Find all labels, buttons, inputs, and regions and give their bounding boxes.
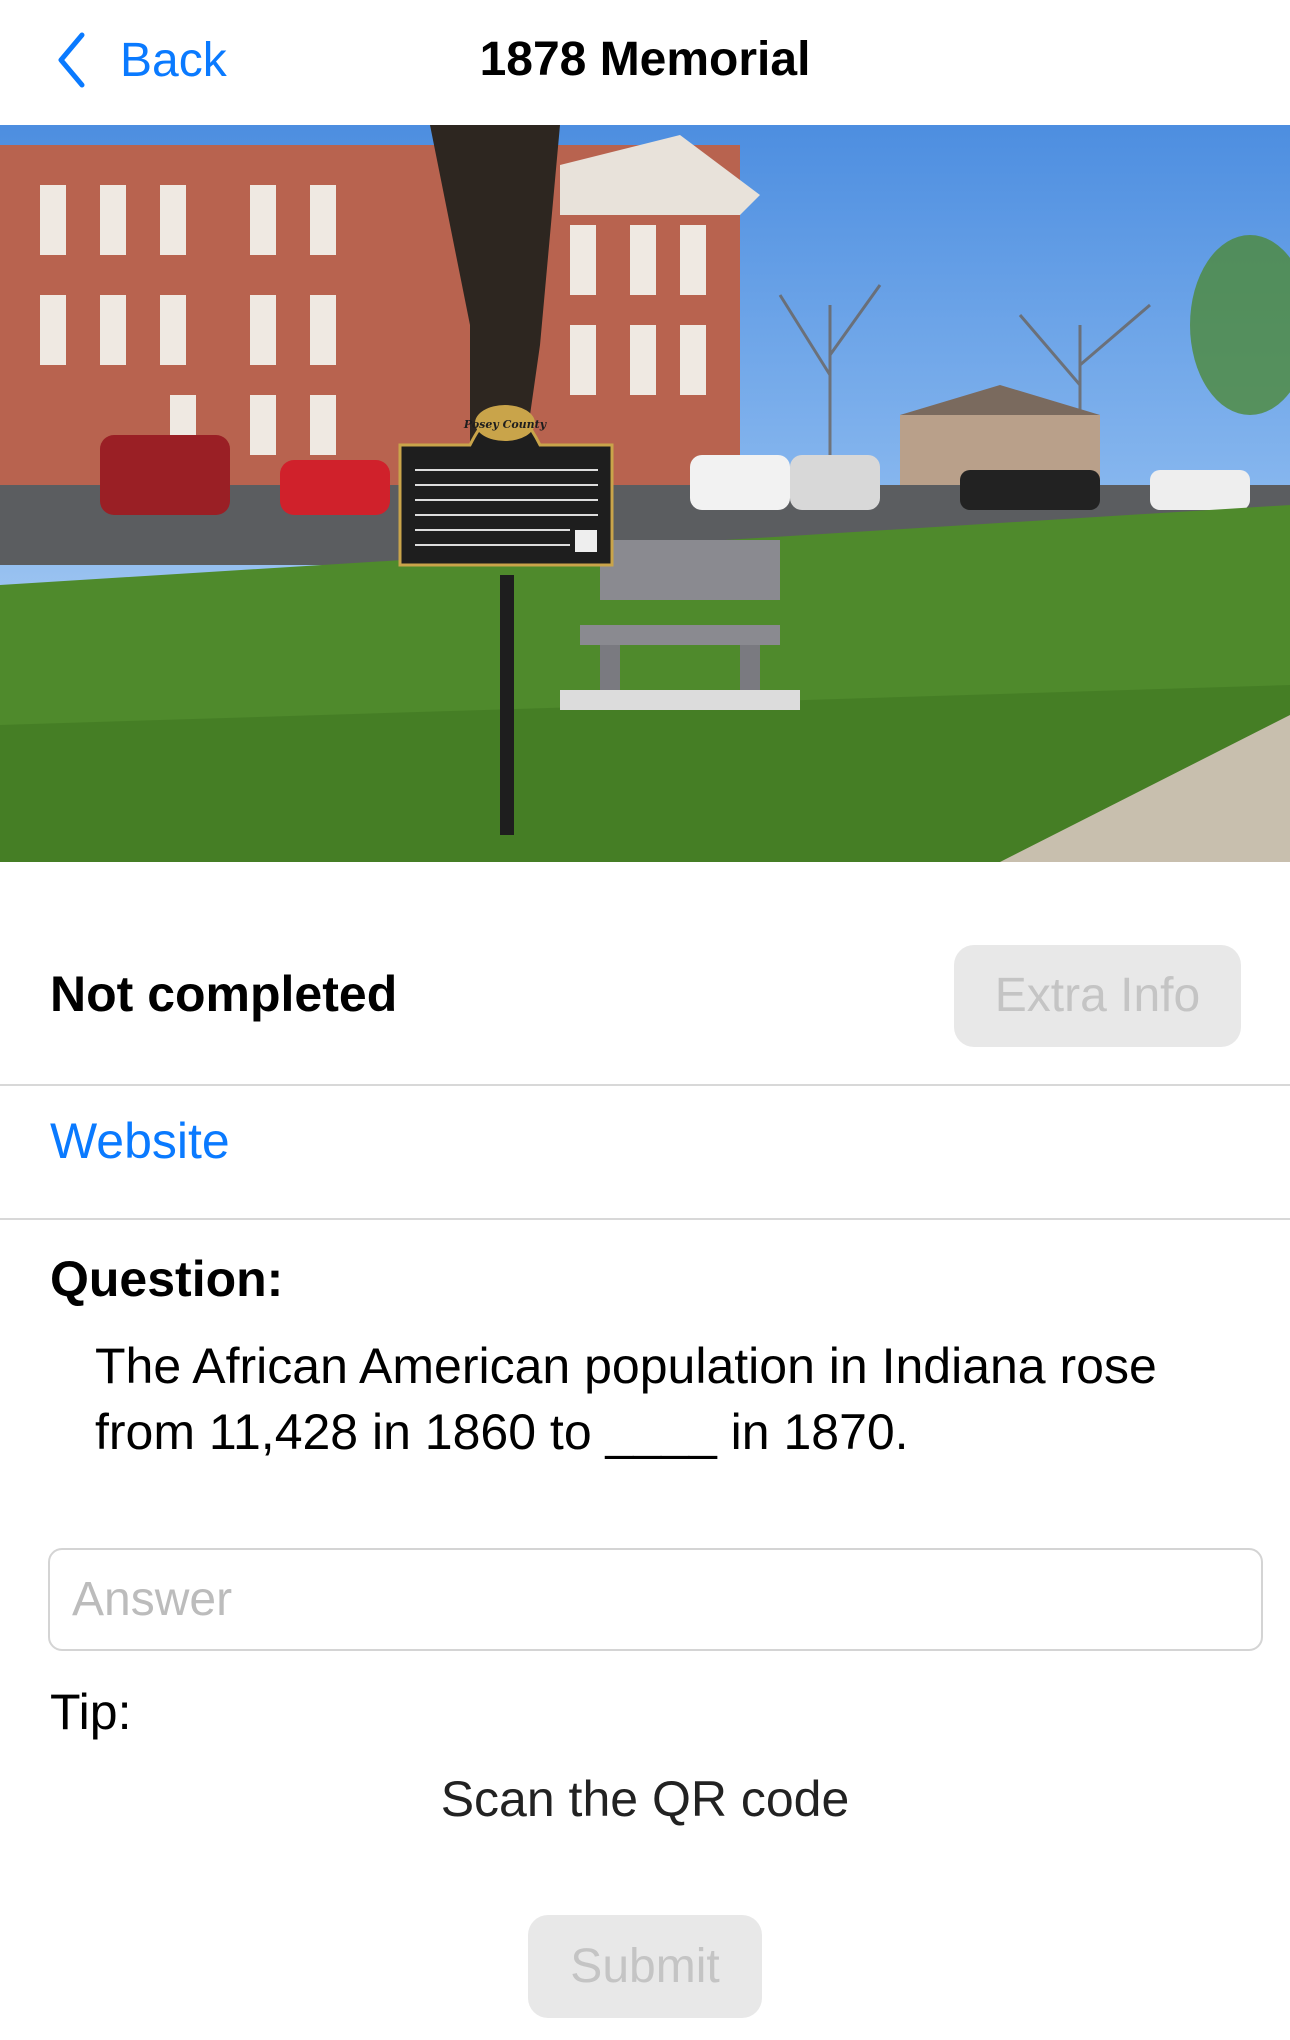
- tip-text: Scan the QR code: [440, 1771, 850, 1827]
- website-link[interactable]: Website: [50, 1112, 230, 1170]
- back-label: Back: [120, 33, 227, 87]
- tip-label: Tip:: [50, 1684, 132, 1740]
- chevron-left-icon: [58, 32, 85, 88]
- memorial-photo-illustration: Posey County: [0, 125, 1290, 862]
- memorial-photo: Posey County: [0, 125, 1290, 862]
- sign-logo-text: Posey County: [463, 418, 548, 431]
- divider: [0, 1084, 1290, 1086]
- back-button[interactable]: Back: [56, 28, 227, 92]
- question-label: Question:: [50, 1251, 284, 1307]
- submit-button[interactable]: Submit: [528, 1915, 762, 2018]
- completion-status: Not completed: [50, 966, 398, 1022]
- divider: [0, 1218, 1290, 1220]
- question-text: The African American population in India…: [95, 1338, 1157, 1460]
- extra-info-button[interactable]: Extra Info: [954, 945, 1241, 1047]
- answer-input[interactable]: [48, 1548, 1263, 1651]
